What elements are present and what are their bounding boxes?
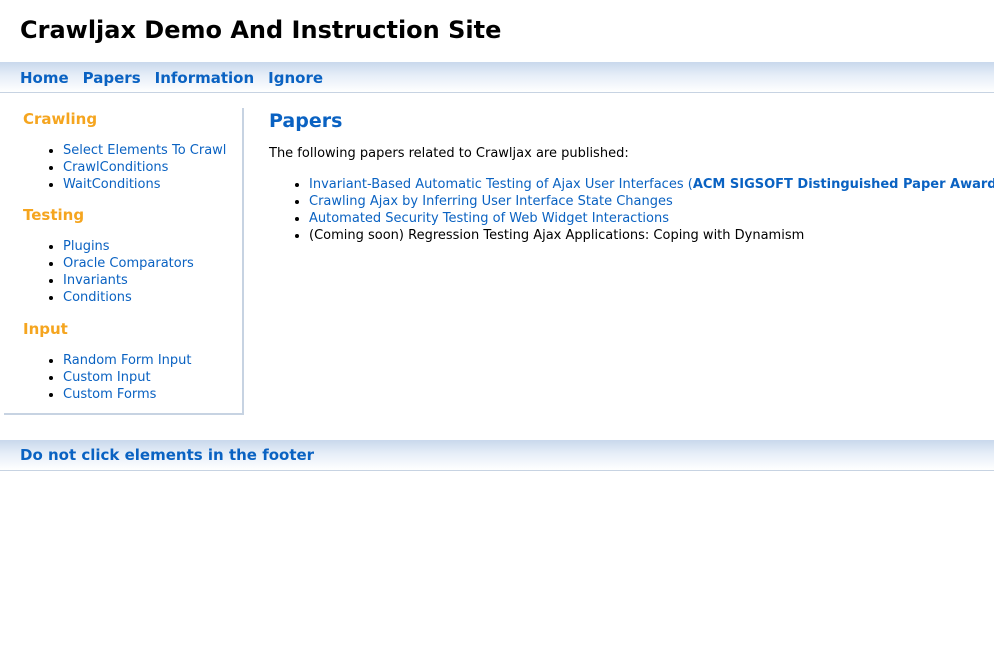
nav-link-papers[interactable]: Papers bbox=[83, 69, 141, 87]
sidebar-heading-input: Input bbox=[23, 320, 68, 338]
list-item: Invariants bbox=[63, 272, 194, 289]
nav-link-home[interactable]: Home bbox=[20, 69, 69, 87]
sidebar-heading-crawling: Crawling bbox=[23, 110, 98, 128]
nav-item-ignore: Ignore bbox=[268, 62, 323, 94]
nav-item-information: Information bbox=[155, 62, 255, 94]
list-item: Crawling Ajax by Inferring User Interfac… bbox=[309, 193, 969, 210]
sidebar-link-invariants[interactable]: Invariants bbox=[63, 273, 128, 288]
list-item: Invariant-Based Automatic Testing of Aja… bbox=[309, 176, 994, 193]
papers-list: Invariant-Based Automatic Testing of Aja… bbox=[269, 176, 994, 244]
list-item: Automated Security Testing of Web Widget… bbox=[309, 210, 969, 227]
paper-link-security-testing[interactable]: Automated Security Testing of Web Widget… bbox=[309, 211, 669, 226]
list-item: Random Form Input bbox=[63, 352, 192, 369]
sidebar-heading-testing: Testing bbox=[23, 206, 85, 224]
sidebar-link-custom-input[interactable]: Custom Input bbox=[63, 370, 151, 385]
paper-link-crawling-ajax[interactable]: Crawling Ajax by Inferring User Interfac… bbox=[309, 194, 673, 209]
nav-item-home: Home bbox=[20, 62, 69, 94]
list-item: Custom Forms bbox=[63, 386, 192, 403]
sidebar-link-custom-forms[interactable]: Custom Forms bbox=[63, 387, 156, 402]
sidebar-list-crawling: Select Elements To Crawl CrawlConditions… bbox=[23, 142, 226, 193]
award-label: ACM SIGSOFT Distinguished Paper Award bbox=[692, 177, 994, 192]
footer: Do not click elements in the footer bbox=[0, 440, 994, 471]
paper-title: Invariant-Based Automatic Testing of Aja… bbox=[309, 177, 693, 192]
list-item: Oracle Comparators bbox=[63, 255, 194, 272]
sidebar-link-crawlconditions[interactable]: CrawlConditions bbox=[63, 160, 168, 175]
list-item: Conditions bbox=[63, 289, 194, 306]
site-header: Crawljax Demo And Instruction Site bbox=[0, 0, 994, 62]
paper-link-invariant-based[interactable]: Invariant-Based Automatic Testing of Aja… bbox=[309, 177, 994, 192]
sidebar-link-oracle-comparators[interactable]: Oracle Comparators bbox=[63, 256, 194, 271]
list-item: CrawlConditions bbox=[63, 159, 226, 176]
nav-list: Home Papers Information Ignore bbox=[0, 62, 994, 94]
list-item: (Coming soon) Regression Testing Ajax Ap… bbox=[309, 227, 969, 244]
site-title: Crawljax Demo And Instruction Site bbox=[20, 16, 502, 44]
sidebar-link-random-form-input[interactable]: Random Form Input bbox=[63, 353, 192, 368]
list-item: WaitConditions bbox=[63, 176, 226, 193]
list-item: Select Elements To Crawl bbox=[63, 142, 226, 159]
sidebar-link-conditions[interactable]: Conditions bbox=[63, 290, 132, 305]
list-item: Plugins bbox=[63, 238, 194, 255]
sidebar-link-select-elements[interactable]: Select Elements To Crawl bbox=[63, 143, 226, 158]
nav-link-information[interactable]: Information bbox=[155, 69, 255, 87]
top-nav: Home Papers Information Ignore bbox=[0, 62, 994, 93]
footer-link[interactable]: Do not click elements in the footer bbox=[20, 446, 314, 464]
nav-item-papers: Papers bbox=[83, 62, 141, 94]
list-item: Custom Input bbox=[63, 369, 192, 386]
sidebar: Crawling Select Elements To Crawl CrawlC… bbox=[4, 108, 244, 415]
sidebar-list-input: Random Form Input Custom Input Custom Fo… bbox=[23, 352, 192, 403]
page-title: Papers bbox=[269, 110, 343, 132]
intro-text: The following papers related to Crawljax… bbox=[269, 146, 629, 161]
nav-link-ignore[interactable]: Ignore bbox=[268, 69, 323, 87]
main-content: Papers The following papers related to C… bbox=[269, 108, 994, 244]
sidebar-link-plugins[interactable]: Plugins bbox=[63, 239, 110, 254]
sidebar-list-testing: Plugins Oracle Comparators Invariants Co… bbox=[23, 238, 194, 306]
paper-coming-soon: (Coming soon) Regression Testing Ajax Ap… bbox=[309, 228, 805, 243]
sidebar-link-waitconditions[interactable]: WaitConditions bbox=[63, 177, 161, 192]
